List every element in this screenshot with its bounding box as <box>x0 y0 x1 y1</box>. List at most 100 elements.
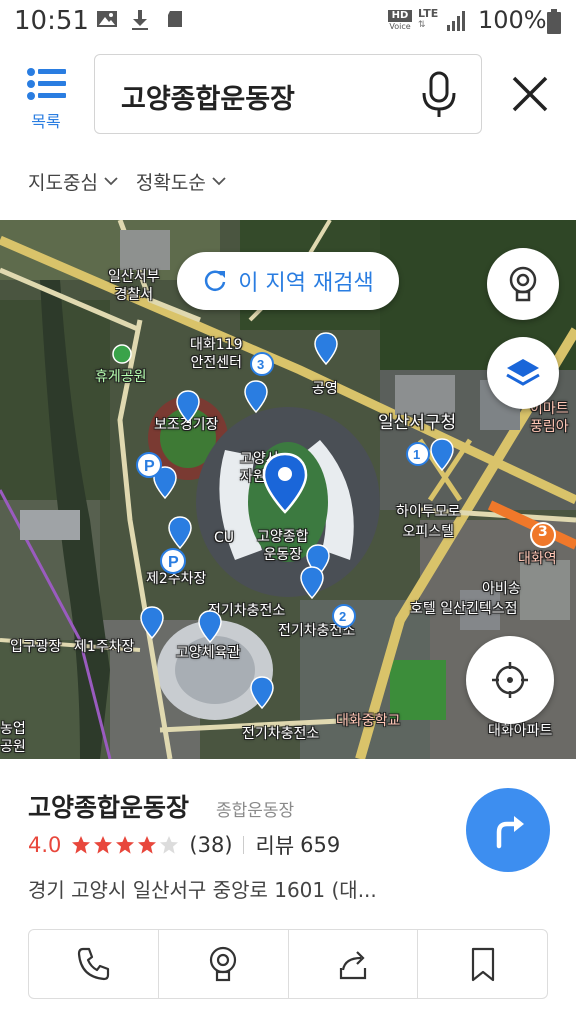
parking-icon[interactable]: P <box>160 548 186 574</box>
map-pin-icon[interactable] <box>198 610 222 644</box>
my-location-button[interactable] <box>466 636 554 724</box>
phone-icon <box>78 947 110 981</box>
map-label-stadium[interactable]: 고양종합 운동장 <box>257 528 309 564</box>
star-filled-icon <box>72 836 91 854</box>
signal-icon <box>447 11 465 31</box>
map-label-apartment[interactable]: 아비송 <box>482 578 521 598</box>
svg-text:3: 3 <box>257 357 264 372</box>
rating-value: 4.0 <box>28 833 62 857</box>
share-icon <box>339 951 366 980</box>
map-pin-icon[interactable] <box>300 566 324 600</box>
place-category: 종합운동장 <box>216 801 295 821</box>
map-label-hotel[interactable]: 호텔 일산킨텍스점 <box>410 598 518 618</box>
star-empty-icon <box>160 836 179 854</box>
hd-label: HD <box>388 10 412 22</box>
map-center-dropdown[interactable]: 지도중심 <box>28 166 118 196</box>
mic-icon <box>422 71 456 117</box>
directions-arrow-icon <box>496 816 524 849</box>
svg-text:P: P <box>144 458 155 475</box>
street-view-icon <box>210 946 237 982</box>
map-label-119[interactable]: 대화119 안전센터 <box>190 336 242 372</box>
numbered-badge-icon[interactable]: 3 <box>250 352 274 376</box>
park-icon[interactable] <box>112 344 132 364</box>
bookmark-icon <box>471 947 494 982</box>
hd-voice-icon: HD Voice <box>388 10 412 34</box>
review-label[interactable]: 리뷰 <box>256 830 295 860</box>
map-label-public[interactable]: 공영 <box>312 378 338 398</box>
divider <box>242 836 244 854</box>
street-view-icon <box>509 266 537 302</box>
svg-text:1: 1 <box>413 447 420 462</box>
map-label-ev-charge-3[interactable]: 전기차충전소 <box>242 723 319 743</box>
star-rating <box>71 835 179 855</box>
subway-line-number: 3 <box>538 524 548 540</box>
map-label-police[interactable]: 일산서부 경찰서 <box>108 268 160 304</box>
numbered-badge-icon[interactable]: 2 <box>332 604 356 628</box>
numbered-badge-icon[interactable]: 1 <box>406 442 430 466</box>
selected-place-pin-icon[interactable] <box>262 452 308 514</box>
status-time: 10:51 <box>14 6 89 36</box>
call-button[interactable] <box>29 930 159 998</box>
map-label-rest-area[interactable]: 휴게공원 <box>95 366 147 386</box>
list-label: 목록 <box>31 112 61 131</box>
review-count[interactable]: 659 <box>300 833 340 857</box>
map-center-label: 지도중심 <box>28 171 98 194</box>
download-icon <box>132 10 148 30</box>
image-icon <box>97 11 117 27</box>
status-bar: 10:51 HD Voice LTE ⇅ 100% <box>0 0 576 44</box>
map-pin-icon[interactable] <box>250 676 274 710</box>
chevron-down-icon <box>104 177 118 186</box>
sort-order-label: 정확도순 <box>135 171 206 194</box>
map-pin-icon[interactable] <box>140 606 164 640</box>
close-icon <box>512 76 548 112</box>
map-label-daehwa-apt[interactable]: 대화아파트 <box>488 720 552 740</box>
map-label-gym[interactable]: 고양체육관 <box>176 642 240 662</box>
map-label-entrance-plaza[interactable]: 입구광장 <box>10 636 62 656</box>
voice-label: Voice <box>389 22 411 31</box>
search-input[interactable]: 고양종합운동장 <box>94 54 482 134</box>
list-button[interactable]: 목록 <box>18 66 74 136</box>
svg-text:P: P <box>168 554 179 571</box>
chevron-down-icon <box>212 177 226 186</box>
star-filled-icon <box>138 836 157 854</box>
close-button[interactable] <box>506 70 554 118</box>
sort-options: 지도중심 정확도순 <box>28 166 226 196</box>
sort-order-dropdown[interactable]: 정확도순 <box>136 166 226 196</box>
star-filled-icon <box>94 836 113 854</box>
street-view-action-button[interactable] <box>159 930 289 998</box>
list-icon <box>27 68 66 100</box>
crosshair-icon <box>492 662 528 698</box>
battery-percent: 100% <box>478 6 547 34</box>
map-view[interactable]: 일산서부 경찰서 휴게공원 대화119 안전센터 공영 보조경기장 일산서구청 고양… <box>0 220 576 759</box>
svg-text:2: 2 <box>339 609 346 624</box>
map-label-cu[interactable]: CU <box>214 530 234 546</box>
map-pin-icon[interactable] <box>430 438 454 472</box>
layers-button[interactable] <box>487 337 559 409</box>
star-filled-icon <box>116 836 135 854</box>
parking-icon[interactable]: P <box>136 452 162 478</box>
map-label-daehwa-station[interactable]: 대화역 <box>518 548 557 568</box>
rating-count[interactable]: (38) <box>189 833 232 857</box>
directions-button[interactable] <box>466 788 550 872</box>
map-label-parking1[interactable]: 제1주차장 <box>74 636 134 656</box>
action-bar <box>28 929 548 999</box>
street-view-button[interactable] <box>487 248 559 320</box>
layers-icon <box>506 359 540 386</box>
map-label-hitumoro[interactable]: 하이투모로 오피스텔 <box>396 502 460 542</box>
place-address: 경기 고양시 일산서구 중앙로 1601 (대... <box>28 878 377 902</box>
voice-search-button[interactable] <box>413 69 465 121</box>
map-pin-icon[interactable] <box>168 516 192 550</box>
map-label-daehwa-middle[interactable]: 대화중학교 <box>336 710 400 730</box>
rating-row: 4.0 (38) 리뷰 659 <box>28 832 340 858</box>
map-pin-icon[interactable] <box>314 332 338 366</box>
share-button[interactable] <box>289 930 419 998</box>
research-area-button[interactable]: 이 지역 재검색 <box>177 252 399 310</box>
lte-icon: LTE ⇅ <box>418 8 442 31</box>
place-name[interactable]: 고양종합운동장 <box>28 788 189 824</box>
storage-icon <box>168 11 182 27</box>
map-label-agri-park[interactable]: 농업 공원 <box>0 720 26 756</box>
map-pin-icon[interactable] <box>176 390 200 424</box>
map-pin-icon[interactable] <box>244 380 268 414</box>
map-label-ilsanseo-office[interactable]: 일산서구청 <box>378 408 456 433</box>
bookmark-button[interactable] <box>418 930 547 998</box>
